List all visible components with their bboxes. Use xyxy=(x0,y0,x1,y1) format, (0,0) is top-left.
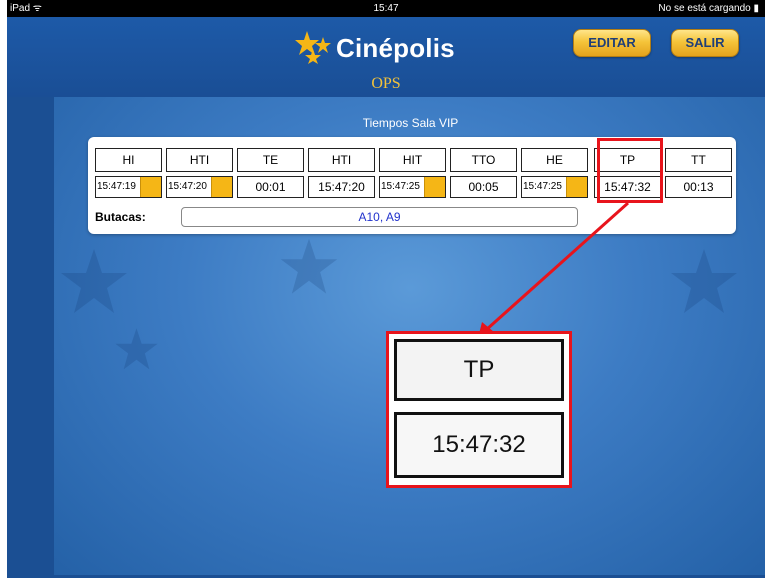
editar-button[interactable]: EDITAR xyxy=(573,29,651,57)
header-tto: TTO xyxy=(450,148,517,172)
clock-icon[interactable] xyxy=(424,177,445,197)
value-te: 00:01 xyxy=(237,176,304,198)
header-te: TE xyxy=(237,148,304,172)
value-tt: 00:13 xyxy=(665,176,732,198)
background-star-icon xyxy=(280,238,338,294)
value-hti: 15:47:20 xyxy=(166,176,233,198)
butacas-field[interactable]: A10, A9 xyxy=(181,207,578,227)
logo-text: Cinépolis xyxy=(336,33,455,63)
header-he: HE xyxy=(521,148,588,172)
background-star-icon xyxy=(671,249,737,313)
app-name: OPS xyxy=(371,75,401,92)
value-tto: 00:05 xyxy=(450,176,517,198)
stars-icon xyxy=(295,31,331,64)
header-hi: HI xyxy=(95,148,162,172)
header-hit: HIT xyxy=(379,148,446,172)
salir-button[interactable]: SALIR xyxy=(671,29,739,57)
clock-icon[interactable] xyxy=(211,177,232,197)
clock-icon[interactable] xyxy=(140,177,161,197)
background-star-icon xyxy=(115,328,158,370)
zoom-callout: TP 15:47:32 xyxy=(386,331,572,488)
zoom-value-tp: 15:47:32 xyxy=(394,412,564,478)
section-title: Tiempos Sala VIP xyxy=(362,116,459,130)
status-time: 15:47 xyxy=(373,3,399,14)
battery-icon: ▮ xyxy=(753,3,759,14)
highlight-box xyxy=(597,138,663,203)
background-star-icon xyxy=(61,249,127,313)
app-header: Cinépolis OPS EDITAR SALIR xyxy=(7,17,765,97)
clock-icon[interactable] xyxy=(566,177,587,197)
status-bar: iPad ᯤ 15:47 No se está cargando ▮ xyxy=(7,0,765,17)
zoom-header-tp: TP xyxy=(394,339,564,401)
value-hti-2: 15:47:20 xyxy=(308,176,375,198)
header-tt: TT xyxy=(665,148,732,172)
header-hti-2: HTI xyxy=(308,148,375,172)
battery-status: No se está cargando ▮ xyxy=(658,3,759,14)
value-he: 15:47:25 xyxy=(521,176,588,198)
value-hi: 15:47:19 xyxy=(95,176,162,198)
header-hti: HTI xyxy=(166,148,233,172)
ipad-screen: iPad ᯤ 15:47 No se está cargando ▮ Cinép… xyxy=(7,0,765,578)
value-hit: 15:47:25 xyxy=(379,176,446,198)
butacas-label: Butacas: xyxy=(95,210,146,224)
cinepolis-logo: Cinépolis xyxy=(293,29,493,69)
